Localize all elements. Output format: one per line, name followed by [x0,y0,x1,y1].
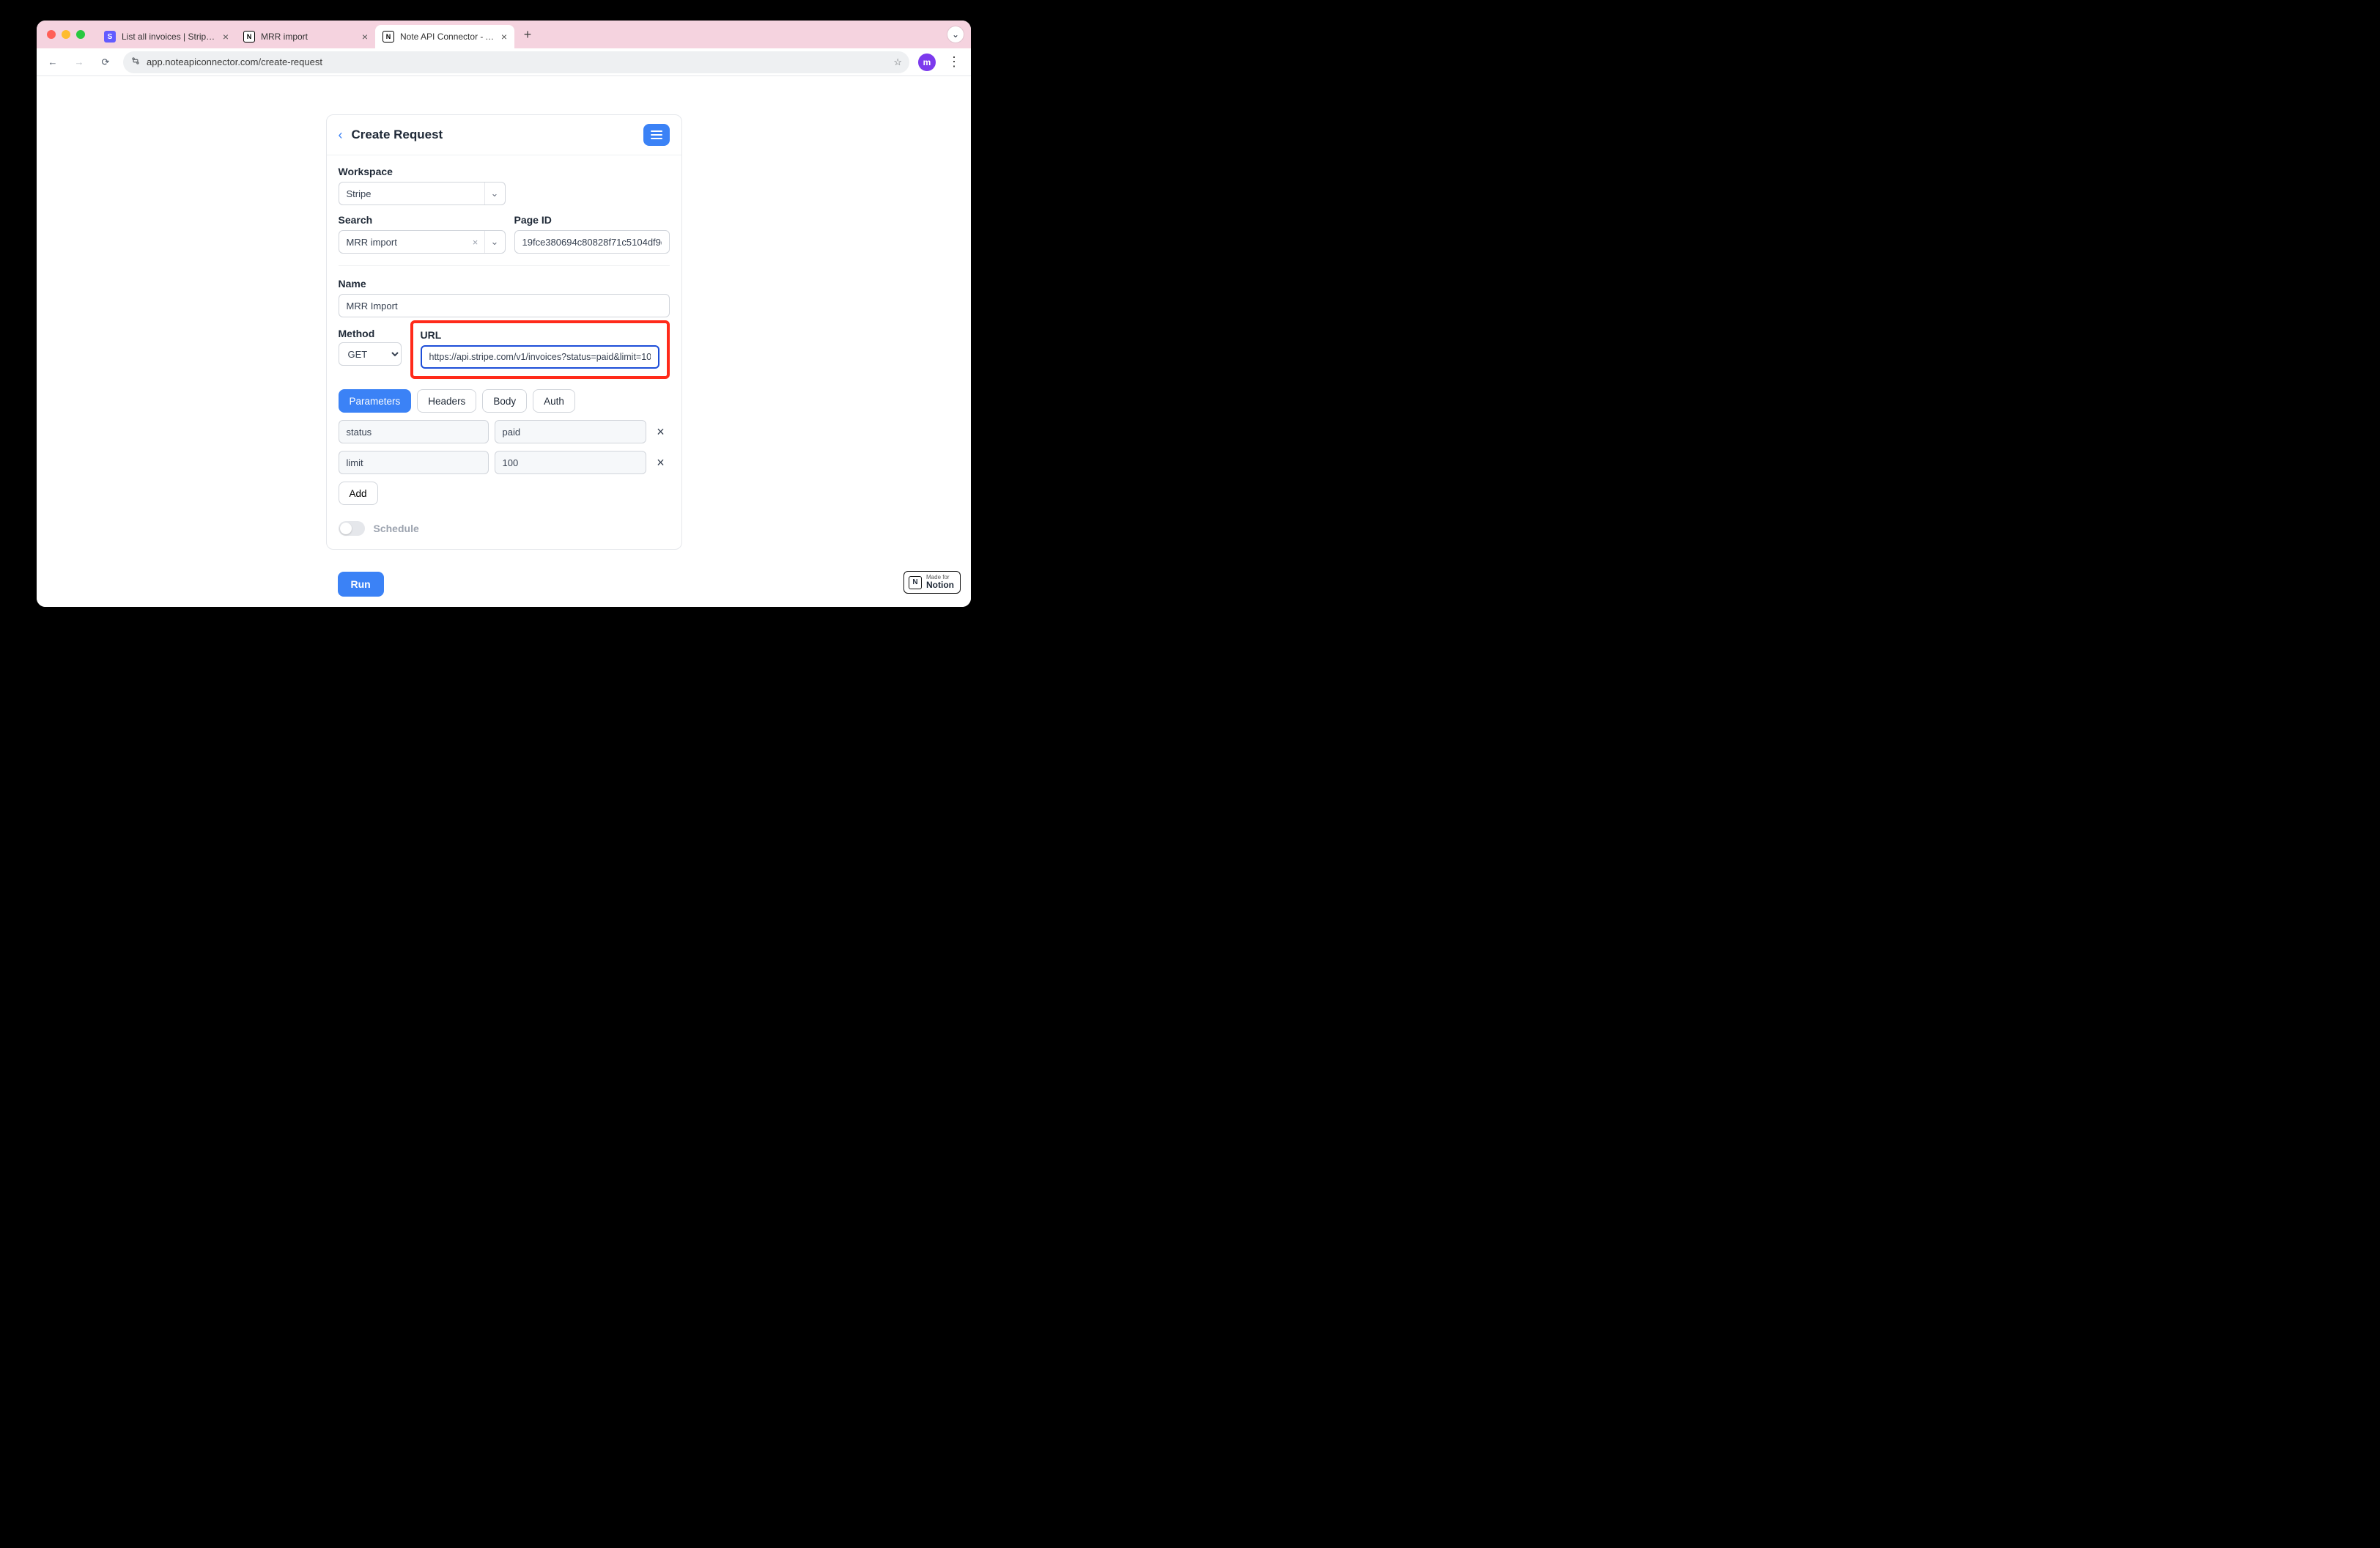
back-chevron-icon[interactable]: ‹ [339,128,343,143]
window-traffic-lights [47,30,85,39]
url-highlight: URL [410,320,670,379]
page-title: Create Request [352,128,443,142]
page-content: ‹ Create Request Workspace Stripe ⌄ Sear… [37,76,971,607]
request-tabs: Parameters Headers Body Auth [339,389,670,413]
chevron-down-icon: ⌄ [484,183,505,204]
tab-stripe-docs[interactable]: S List all invoices | Stripe API R × [97,25,236,48]
schedule-toggle[interactable] [339,521,365,536]
card-header: ‹ Create Request [327,115,681,155]
card-menu-button[interactable] [643,124,670,146]
name-input[interactable] [339,294,670,317]
browser-toolbar: ← → ⟳ app.noteapiconnector.com/create-re… [37,48,971,76]
address-bar[interactable]: app.noteapiconnector.com/create-request … [123,51,909,73]
workspace-label: Workspace [339,166,670,177]
name-value[interactable] [347,301,662,312]
notion-favicon-icon: N [382,31,394,43]
workspace-select[interactable]: Stripe ⌄ [339,182,506,205]
method-label: Method [339,328,402,339]
tab-auth[interactable]: Auth [533,389,575,413]
back-button[interactable]: ← [44,54,62,71]
tab-title: List all invoices | Stripe API R [122,32,217,42]
site-info-icon[interactable] [130,56,141,68]
notion-logo-icon: N [909,576,922,589]
remove-param-icon[interactable]: × [652,424,670,440]
browser-menu-icon[interactable]: ⋮ [945,54,964,70]
create-request-card: ‹ Create Request Workspace Stripe ⌄ Sear… [326,114,682,550]
url-label: URL [421,329,659,341]
method-select[interactable]: GET [339,342,402,366]
page-id-label: Page ID [514,214,670,226]
run-button[interactable]: Run [338,572,384,597]
forward-button[interactable]: → [70,54,88,71]
new-tab-button[interactable]: + [517,24,538,45]
hamburger-icon [651,134,662,136]
search-value: MRR import [347,237,397,248]
add-param-button[interactable]: Add [339,482,378,505]
page-id-input[interactable] [514,230,670,254]
param-key-input[interactable] [339,420,489,443]
url-input[interactable] [421,345,659,369]
param-row: × [339,451,670,474]
reload-button[interactable]: ⟳ [97,54,114,71]
browser-window: S List all invoices | Stripe API R × N M… [37,21,971,607]
chevron-down-icon: ⌄ [484,231,505,253]
tab-body[interactable]: Body [482,389,527,413]
close-icon[interactable]: × [501,31,507,43]
badge-brand: Notion [926,580,954,590]
search-select[interactable]: MRR import × ⌄ [339,230,506,254]
search-label: Search [339,214,506,226]
stripe-favicon-icon: S [104,31,116,43]
param-key-input[interactable] [339,451,489,474]
workspace-value: Stripe [347,188,372,199]
close-icon[interactable]: × [223,31,229,43]
fullscreen-window-icon[interactable] [76,30,85,39]
tab-note-api-connector[interactable]: N Note API Connector - App × [375,25,514,48]
close-icon[interactable]: × [362,31,368,43]
tab-mrr-import[interactable]: N MRR import × [236,25,375,48]
tab-parameters[interactable]: Parameters [339,389,412,413]
notion-favicon-icon: N [243,31,255,43]
page-id-value[interactable] [522,237,662,248]
param-value-input[interactable] [495,420,646,443]
param-value-input[interactable] [495,451,646,474]
name-label: Name [339,278,670,290]
schedule-label: Schedule [374,523,419,534]
clear-icon[interactable]: × [467,231,484,253]
param-row: × [339,420,670,443]
made-for-notion-badge[interactable]: N Made for Notion [903,571,961,594]
minimize-window-icon[interactable] [62,30,70,39]
url-text: app.noteapiconnector.com/create-request [147,56,322,67]
tab-headers[interactable]: Headers [417,389,476,413]
tab-overflow-button[interactable]: ⌄ [947,26,964,43]
remove-param-icon[interactable]: × [652,455,670,471]
close-window-icon[interactable] [47,30,56,39]
tab-title: Note API Connector - App [400,32,495,42]
tab-title: MRR import [261,32,356,42]
tab-strip: S List all invoices | Stripe API R × N M… [37,21,971,48]
bookmark-icon[interactable]: ☆ [893,56,902,68]
divider [339,265,670,266]
profile-avatar[interactable]: m [918,54,936,71]
